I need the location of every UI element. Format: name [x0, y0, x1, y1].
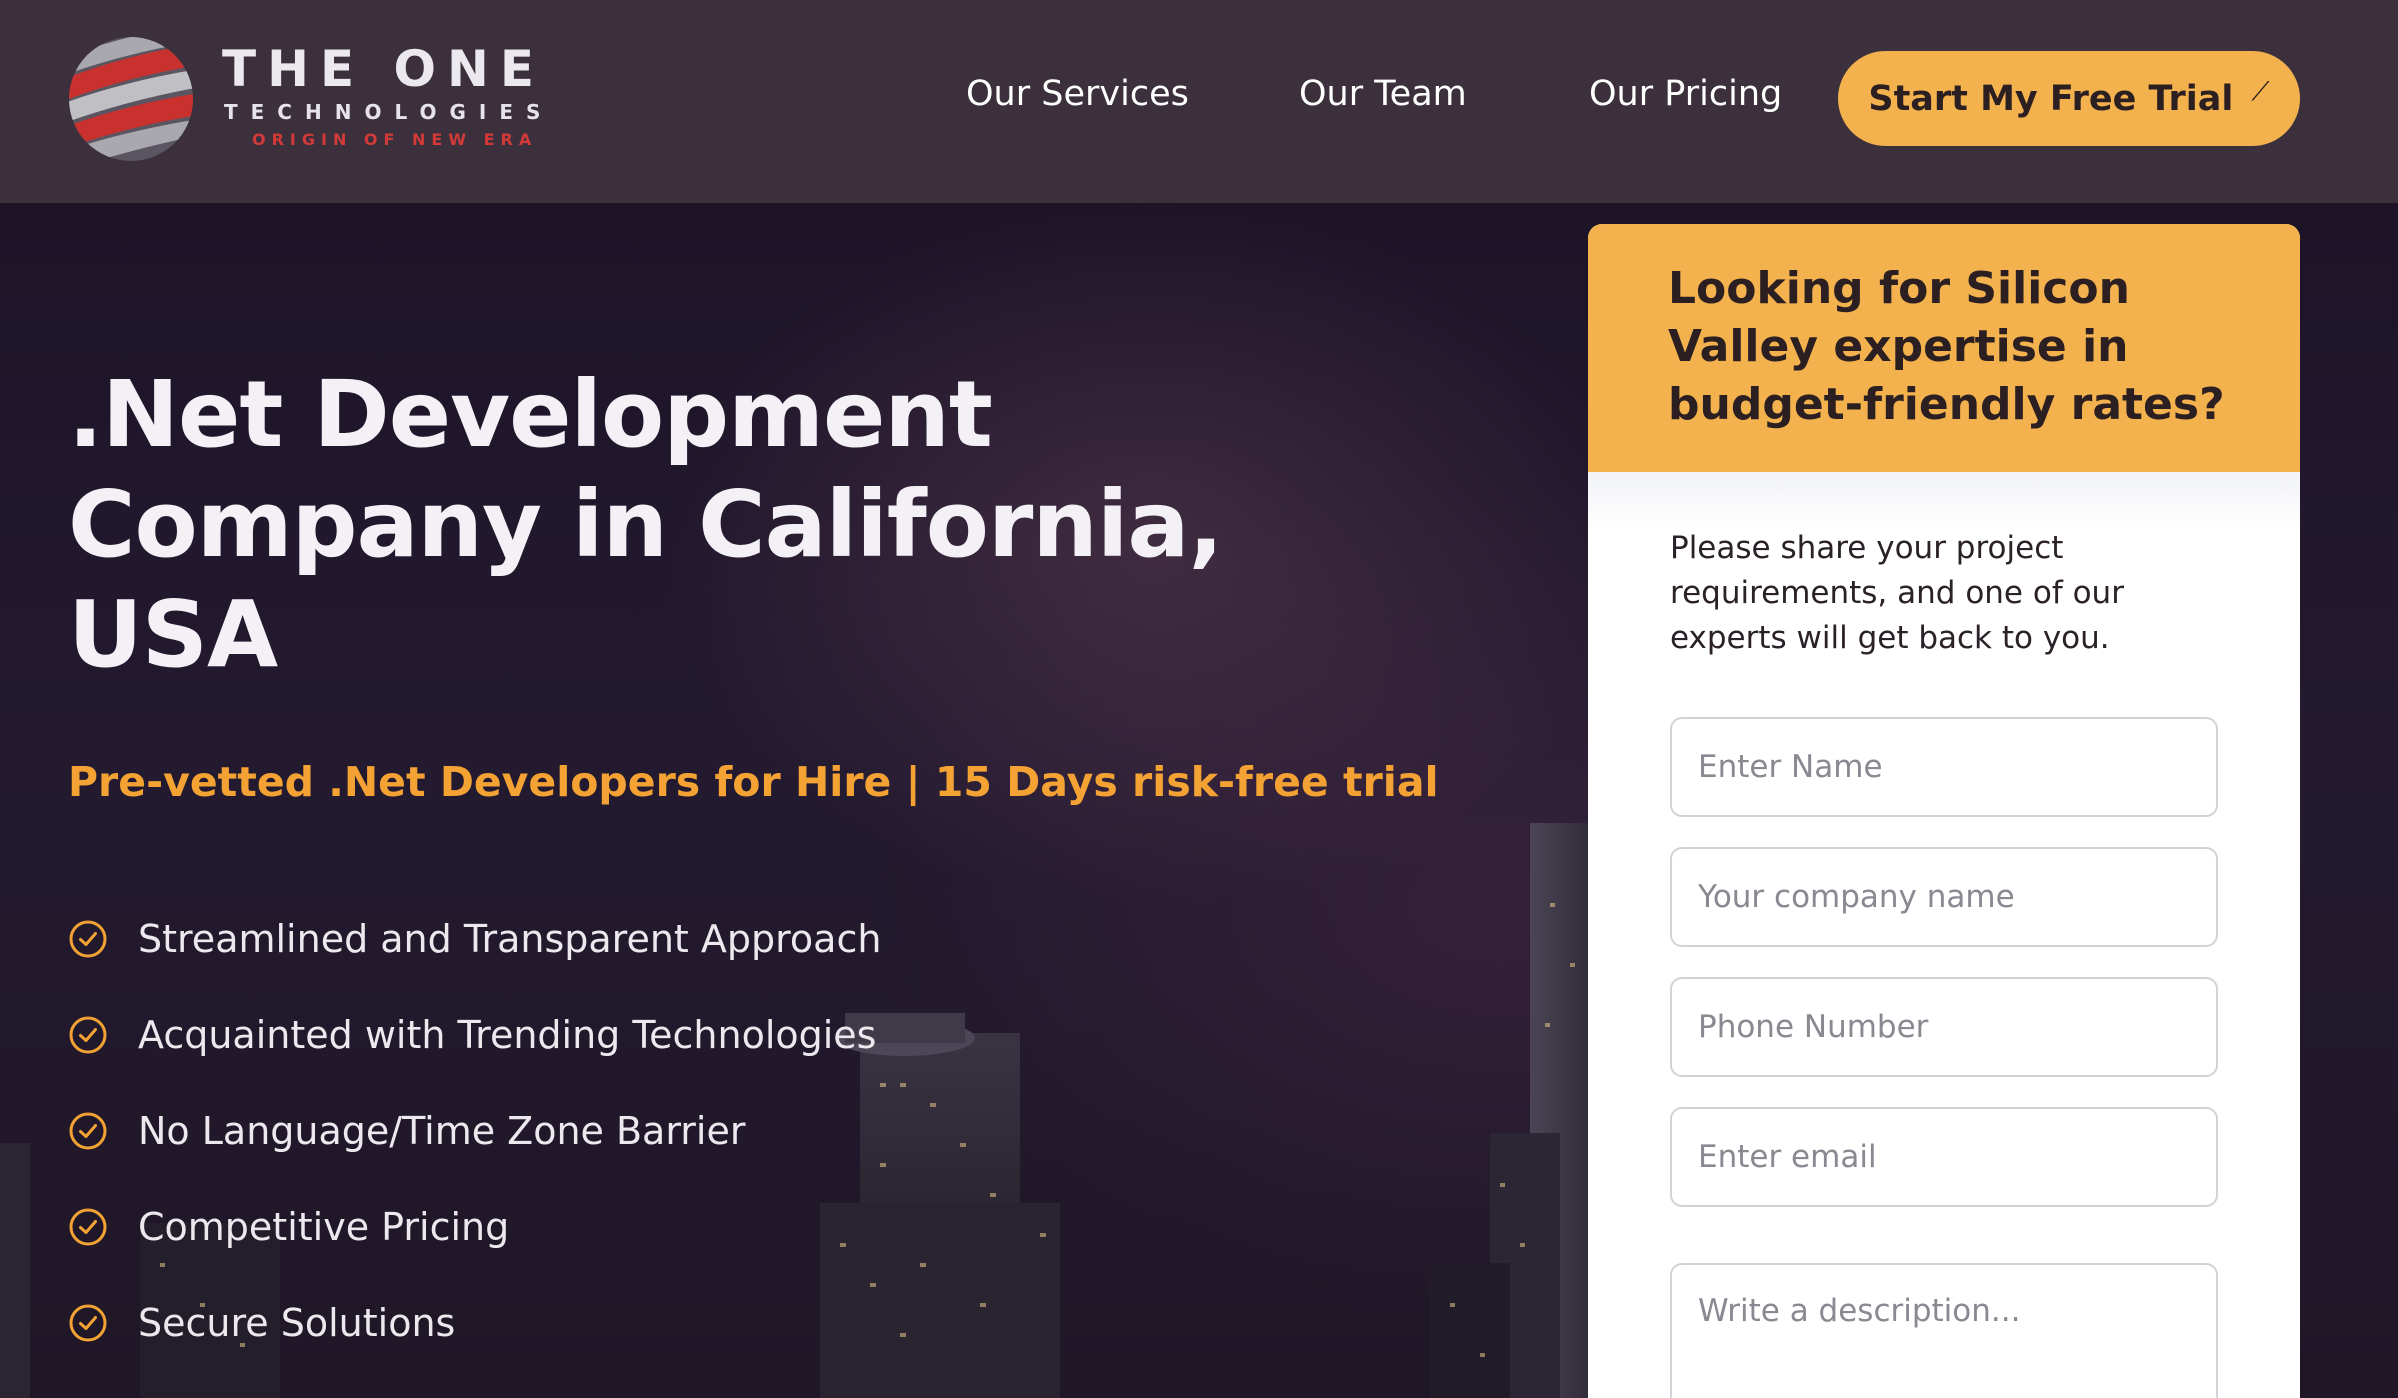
- nav-our-team[interactable]: Our Team: [1299, 74, 1467, 114]
- feature-item: Acquainted with Trending Technologies: [68, 987, 881, 1083]
- site-header: THE ONE TECHNOLOGIES ORIGIN OF NEW ERA O…: [0, 0, 2398, 203]
- feature-label: Streamlined and Transparent Approach: [138, 917, 882, 961]
- feature-item: No Language/Time Zone Barrier: [68, 1083, 881, 1179]
- nav-our-services[interactable]: Our Services: [966, 74, 1189, 114]
- logo-globe-icon: [69, 37, 193, 161]
- name-input[interactable]: [1670, 717, 2218, 817]
- diagonal-arrow-icon: ⟋: [2251, 77, 2270, 107]
- feature-label: Secure Solutions: [138, 1301, 456, 1345]
- hero-subtitle: Pre-vetted .Net Developers for Hire | 15…: [68, 758, 1439, 806]
- contact-form-card: Looking for Silicon Valley expertise in …: [1588, 224, 2300, 1398]
- start-free-trial-button[interactable]: Start My Free Trial ⟋: [1838, 51, 2300, 146]
- feature-item: Secure Solutions: [68, 1275, 881, 1371]
- check-circle-icon: [69, 1016, 107, 1054]
- check-circle-icon: [69, 1112, 107, 1150]
- logo-tagline: ORIGIN OF NEW ERA: [252, 130, 538, 149]
- phone-number-input[interactable]: [1670, 977, 2218, 1077]
- nav-our-pricing[interactable]: Our Pricing: [1589, 74, 1782, 114]
- form-header: Looking for Silicon Valley expertise in …: [1588, 224, 2300, 472]
- feature-item: Streamlined and Transparent Approach: [68, 891, 881, 987]
- logo-subtitle: TECHNOLOGIES: [224, 100, 554, 124]
- feature-label: No Language/Time Zone Barrier: [138, 1109, 746, 1153]
- company-logo[interactable]: THE ONE TECHNOLOGIES ORIGIN OF NEW ERA: [66, 34, 566, 164]
- check-circle-icon: [69, 920, 107, 958]
- form-heading: Looking for Silicon Valley expertise in …: [1668, 263, 2225, 430]
- company-name-input[interactable]: [1670, 847, 2218, 947]
- hero-title: .Net Development Company in California, …: [68, 361, 1223, 688]
- feature-label: Competitive Pricing: [138, 1205, 510, 1249]
- feature-item: Competitive Pricing: [68, 1179, 881, 1275]
- form-intro-text: Please share your project requirements, …: [1670, 530, 2124, 656]
- start-free-trial-label: Start My Free Trial: [1868, 78, 2234, 119]
- logo-title: THE ONE: [222, 40, 546, 98]
- feature-label: Acquainted with Trending Technologies: [138, 1013, 877, 1057]
- email-input[interactable]: [1670, 1107, 2218, 1207]
- description-textarea[interactable]: [1670, 1263, 2218, 1398]
- check-circle-icon: [69, 1304, 107, 1342]
- feature-list: Streamlined and Transparent Approach Acq…: [68, 891, 881, 1371]
- form-body: Please share your project requirements, …: [1588, 472, 2300, 1398]
- check-circle-icon: [69, 1208, 107, 1246]
